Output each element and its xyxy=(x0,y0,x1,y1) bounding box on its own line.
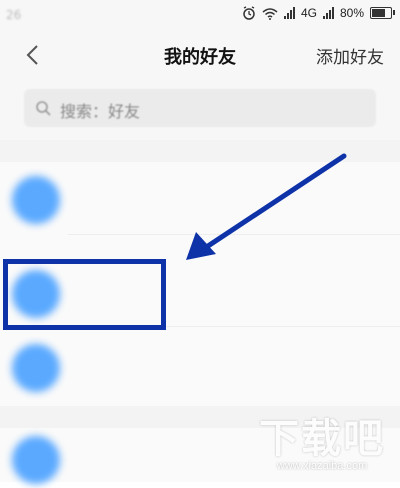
nav-bar: 我的好友 添加好友 xyxy=(0,30,400,80)
signal-icon xyxy=(283,7,295,19)
network-type: 4G xyxy=(300,6,317,20)
battery-icon xyxy=(370,7,395,19)
avatar xyxy=(12,176,60,224)
group-header xyxy=(0,140,400,162)
avatar xyxy=(12,344,60,392)
watermark-logo-text: 下载吧 xyxy=(259,417,385,461)
status-time: 26 xyxy=(6,8,22,22)
friend-list-item[interactable] xyxy=(0,172,400,228)
signal-icon-2 xyxy=(322,7,334,19)
status-icons: 4G 80% xyxy=(242,6,395,20)
wifi-icon xyxy=(262,7,278,20)
annotation-highlight-box xyxy=(3,259,166,330)
divider xyxy=(68,234,400,235)
battery-fill xyxy=(372,9,385,17)
avatar xyxy=(12,436,60,484)
search-input[interactable]: 搜索：好友 xyxy=(24,89,376,127)
status-bar: 26 4G 80% xyxy=(0,0,400,30)
search-placeholder: 搜索：好友 xyxy=(60,102,141,121)
add-friend-button[interactable]: 添加好友 xyxy=(316,43,384,68)
search-section: 搜索：好友 xyxy=(0,80,400,140)
search-icon xyxy=(36,101,51,116)
watermark-logo: 下载吧 www.xiazaiba.com xyxy=(252,406,392,478)
alarm-icon xyxy=(243,6,255,20)
battery-percent: 80% xyxy=(339,6,364,20)
friend-list-item[interactable] xyxy=(0,340,400,396)
